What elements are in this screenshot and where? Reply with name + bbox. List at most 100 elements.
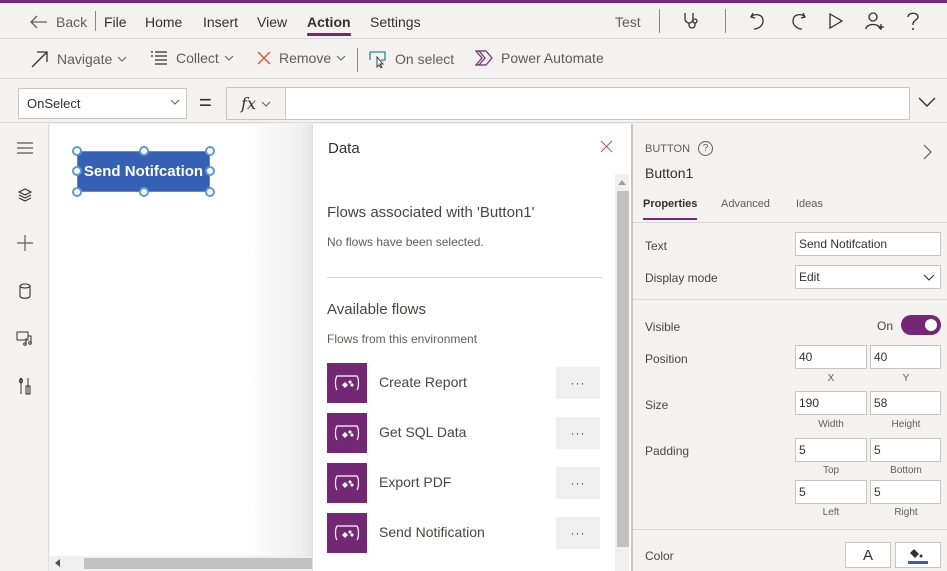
flow-more-button[interactable]: ··· [556,367,600,399]
resize-handle-top-right[interactable] [205,146,215,156]
cursor-select-icon [369,51,386,68]
top-caption: Top [822,465,840,476]
menu-view[interactable]: View [257,14,287,30]
test-button[interactable]: Test [615,14,641,30]
undo-button[interactable] [745,8,771,34]
scrollbar-thumb[interactable] [617,191,629,547]
scroll-up-arrow-icon[interactable] [618,180,626,185]
tab-advanced[interactable]: Advanced [721,198,770,210]
help-circle-icon[interactable]: ? [698,141,714,156]
position-x-input[interactable]: 40 [795,345,867,369]
section-divider [633,529,947,530]
flow-diamond-icon [334,425,360,441]
visible-label: Visible [645,320,681,334]
tree-view-button[interactable] [13,183,37,207]
flow-more-button[interactable]: ··· [556,467,600,499]
power-automate-label: Power Automate [501,50,604,66]
redo-button[interactable] [785,8,811,34]
menu-file[interactable]: File [104,14,127,30]
formula-input[interactable] [285,87,910,120]
resize-handle-right[interactable] [205,166,215,176]
on-select-button[interactable]: On select [369,50,454,68]
help-button[interactable] [900,8,926,34]
flow-name[interactable]: Get SQL Data [379,424,466,440]
close-data-panel-button[interactable] [600,140,613,158]
text-color-button[interactable]: A [845,542,891,568]
resize-handle-left[interactable] [72,166,82,176]
tab-properties[interactable]: Properties [643,198,698,220]
size-height-input[interactable]: 58 [870,391,941,415]
flow-name[interactable]: Create Report [379,374,467,390]
menu-action[interactable]: Action [307,14,351,36]
preview-button[interactable] [823,8,849,34]
flow-more-button[interactable]: ··· [556,417,600,449]
paint-bucket-icon [908,549,928,564]
control-type-header: BUTTON ? [645,141,714,156]
flow-item[interactable]: Create Report ··· [327,363,601,403]
back-label: Back [56,14,88,30]
scrollbar-thumb[interactable] [84,558,312,569]
color-label: Color [645,549,674,563]
position-y-input[interactable]: 40 [870,345,941,369]
app-checker-button[interactable] [679,8,705,34]
padding-bottom-input[interactable]: 5 [870,438,941,462]
chevron-down-icon [261,101,271,107]
available-flows-title: Available flows [327,301,426,318]
resize-handle-bottom-right[interactable] [205,187,215,197]
navigate-button[interactable]: Navigate [31,50,135,68]
tab-ideas[interactable]: Ideas [796,198,823,210]
flow-name[interactable]: Send Notification [379,524,485,540]
insert-button[interactable] [13,231,37,255]
padding-right-input[interactable]: 5 [870,480,941,504]
menu-divider [725,9,726,33]
power-automate-button[interactable]: Power Automate [475,50,604,66]
resize-handle-bottom[interactable] [139,187,149,197]
display-mode-dropdown[interactable]: Edit [795,265,941,289]
hamburger-menu-button[interactable] [13,136,37,160]
menu-insert[interactable]: Insert [203,14,238,30]
fill-color-button[interactable] [895,542,941,568]
flow-item[interactable]: Send Notification ··· [327,513,601,553]
left-caption: Left [822,507,840,518]
canvas-send-notification-button[interactable]: Send Notifcation [77,151,210,192]
text-input[interactable]: Send Notifcation [795,232,941,256]
canvas-horizontal-scrollbar[interactable] [50,556,312,571]
resize-handle-top-left[interactable] [72,146,82,156]
expand-panel-button[interactable] [923,144,932,165]
fx-button[interactable]: fx [226,87,286,120]
menu-settings[interactable]: Settings [370,14,421,30]
share-button[interactable] [862,8,888,34]
height-caption: Height [891,419,921,430]
padding-top-input[interactable]: 5 [795,438,867,462]
back-button[interactable]: Back [30,14,87,30]
remove-button[interactable]: Remove [257,50,354,66]
text-color-icon: A [862,546,873,564]
flow-icon [327,463,367,503]
layers-icon [17,188,33,202]
collect-button[interactable]: Collect [150,50,242,66]
media-button[interactable] [13,326,37,350]
menu-home[interactable]: Home [145,14,182,30]
flow-item[interactable]: Get SQL Data ··· [327,413,601,453]
data-panel-vertical-scrollbar[interactable] [615,174,629,571]
visible-toggle[interactable] [901,315,941,335]
padding-left-input[interactable]: 5 [795,480,867,504]
flow-name[interactable]: Export PDF [379,474,451,490]
properties-panel: BUTTON ? Button1 Properties Advanced Ide… [631,124,947,571]
flow-more-button[interactable]: ··· [556,517,600,549]
flow-item[interactable]: Export PDF ··· [327,463,601,503]
undo-icon [750,12,764,30]
action-toolbar: Navigate Collect Remove On select Power … [0,40,947,79]
size-width-input[interactable]: 190 [795,391,867,415]
expand-formula-button[interactable] [918,94,936,112]
resize-handle-top[interactable] [139,146,149,156]
advanced-tools-button[interactable] [13,374,37,398]
scroll-left-arrow-icon[interactable] [55,559,60,567]
property-dropdown[interactable]: OnSelect [18,88,187,119]
text-label: Text [645,239,668,253]
chevron-down-icon [923,274,935,281]
data-button[interactable] [13,279,37,303]
redo-icon [792,12,806,30]
control-name[interactable]: Button1 [645,165,693,181]
resize-handle-bottom-left[interactable] [72,187,82,197]
